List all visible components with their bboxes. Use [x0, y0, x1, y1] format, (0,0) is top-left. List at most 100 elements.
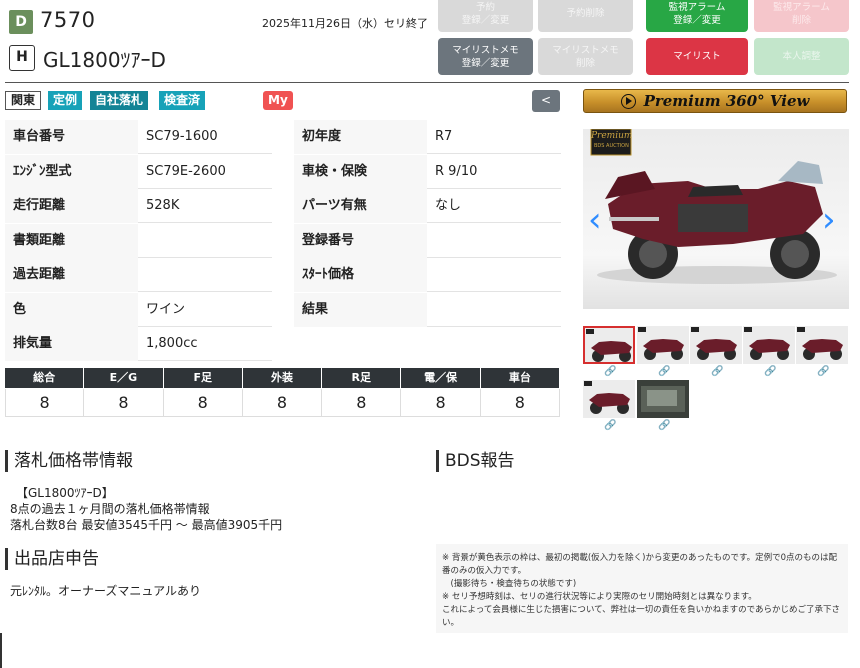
reserve-delete-button[interactable]: 予約削除	[538, 0, 633, 32]
spec-value: なし	[435, 198, 462, 213]
spec-row: 書類距離	[5, 223, 272, 258]
spec-value	[427, 224, 561, 258]
notice-box: ※ 背景が黄色表示の枠は、最初の掲載(仮入力を除く)から変更のあったものです。定…	[436, 544, 848, 633]
score-value: 8	[84, 389, 164, 417]
watch-alarm-delete-button[interactable]: 監視アラーム 削除	[754, 0, 849, 32]
type-badge: H	[9, 45, 35, 71]
spec-label: 登録番号	[294, 223, 427, 258]
spec-value	[138, 224, 272, 258]
page-edge-marker	[0, 633, 2, 668]
spec-value: 1,800cc	[146, 336, 198, 351]
motorcycle-image	[590, 129, 837, 284]
model-name: GL1800ﾂｱｰD	[43, 48, 166, 72]
spec-label: 結果	[294, 292, 427, 327]
spec-value	[138, 258, 272, 292]
my-tag[interactable]: My	[263, 91, 293, 110]
premium-photo-badge: Premium	[591, 131, 633, 141]
header-divider	[5, 82, 849, 83]
spec-value: SC79E-2600	[146, 163, 226, 179]
spec-row: 排気量 1,800cc	[5, 327, 272, 361]
shop-declaration-text: 元ﾚﾝﾀﾙ。オーナーズマニュアルあり	[10, 584, 202, 598]
watch-alarm-register-button[interactable]: 監視アラーム 登録／変更	[646, 0, 748, 32]
spec-label: ｴﾝｼﾞﾝ型式	[5, 154, 138, 189]
bds-report-heading: BDS報告	[436, 450, 515, 472]
spec-label: 書類距離	[5, 223, 138, 258]
link-icon[interactable]: 🔗	[604, 366, 616, 377]
score-header: E／G	[84, 368, 164, 388]
spec-label: 過去距離	[5, 258, 138, 292]
spec-row: ｴﾝｼﾞﾝ型式 SC79E-2600	[5, 154, 272, 189]
spec-row: 過去距離	[5, 258, 272, 292]
spec-row: ｽﾀｰﾄ価格	[294, 258, 561, 292]
score-value: 8	[5, 389, 85, 417]
link-icon[interactable]: 🔗	[817, 366, 829, 377]
mylist-memo-register-button[interactable]: マイリストメモ 登録／変更	[438, 38, 533, 75]
spec-row: パーツ有無 なし	[294, 189, 561, 223]
spec-label: 色	[5, 292, 138, 327]
premium-view-label: Premium 360° View	[643, 92, 810, 110]
spec-label: パーツ有無	[294, 189, 427, 223]
spec-value: R7	[435, 129, 453, 144]
tag-own-bid: 自社落札	[90, 91, 149, 110]
chevron-left-icon[interactable]: ‹	[588, 200, 602, 240]
grade-badge: D	[9, 10, 33, 34]
price-info-line2: 落札台数8台 最安値3545千円 〜 最高値3905千円	[10, 518, 283, 532]
spec-row: 結果	[294, 292, 561, 327]
spec-value: R 9/10	[435, 163, 478, 179]
photo-thumbnail[interactable]	[690, 326, 742, 364]
play-icon	[620, 93, 636, 109]
spec-row: 色ワイン	[5, 292, 272, 327]
tag-region: 関東	[5, 91, 42, 110]
tag-regular: 定例	[48, 91, 83, 110]
score-value: 8	[163, 389, 243, 417]
spec-label: 車台番号	[5, 120, 138, 154]
chevron-right-icon[interactable]: ›	[822, 200, 836, 240]
price-info-line1: 8点の過去１ヶ月間の落札価格帯情報	[10, 502, 210, 516]
score-header: 車台	[480, 368, 560, 388]
score-header: F足	[163, 368, 243, 388]
photo-thumbnail[interactable]	[796, 326, 848, 364]
mylist-button[interactable]: マイリスト	[646, 38, 748, 75]
score-header: 外装	[242, 368, 323, 388]
link-icon[interactable]: 🔗	[711, 366, 723, 377]
link-icon[interactable]: 🔗	[604, 420, 616, 431]
score-value: 8	[401, 389, 481, 417]
score-header: 電／保	[401, 368, 481, 388]
spec-row: 車検・保険 R 9/10	[294, 154, 561, 189]
photo-thumbnail[interactable]	[583, 326, 635, 364]
mylist-memo-delete-button[interactable]: マイリストメモ 削除	[538, 38, 633, 75]
reserve-register-button[interactable]: 予約 登録／変更	[438, 0, 533, 32]
spec-row: 初年度 R7	[294, 120, 561, 154]
score-header: 総合	[5, 368, 85, 388]
spec-label: 車検・保険	[294, 154, 427, 189]
premium-360-view-button[interactable]: Premium 360° View	[583, 89, 847, 113]
score-value: 8	[242, 389, 323, 417]
photo-thumbnail[interactable]	[583, 380, 635, 418]
spec-label: ｽﾀｰﾄ価格	[294, 258, 427, 292]
premium-photo-badge-sub: BDS AUCTION	[594, 143, 629, 149]
price-model-line: 【GL1800ﾂｱｰD】	[16, 486, 114, 500]
main-photo[interactable]	[583, 129, 849, 309]
collapse-button[interactable]: <	[532, 90, 560, 112]
spec-label: 初年度	[294, 120, 427, 154]
link-icon[interactable]: 🔗	[658, 420, 670, 431]
score-value: 8	[480, 389, 560, 417]
spec-row: 登録番号	[294, 223, 561, 258]
score-header: R足	[322, 368, 402, 388]
shop-declaration-heading: 出品店申告	[5, 548, 99, 570]
spec-value	[427, 258, 561, 292]
link-icon[interactable]: 🔗	[658, 366, 670, 377]
photo-thumbnail[interactable]	[637, 326, 689, 364]
spec-row: 車台番号 SC79-1600	[5, 120, 272, 154]
photo-thumbnail[interactable]	[743, 326, 795, 364]
spec-label: 走行距離	[5, 189, 138, 223]
spec-value: 528K	[146, 198, 180, 213]
price-range-heading: 落札価格帯情報	[5, 450, 133, 472]
spec-value	[427, 293, 561, 327]
photo-thumbnail[interactable]	[637, 380, 689, 418]
self-adjust-button[interactable]: 本人調整	[754, 38, 849, 75]
auction-end-date: 2025年11月26日（水）セリ終了	[262, 17, 428, 30]
lot-number: 7570	[40, 8, 96, 32]
link-icon[interactable]: 🔗	[764, 366, 776, 377]
spec-row: 走行距離 528K	[5, 189, 272, 223]
